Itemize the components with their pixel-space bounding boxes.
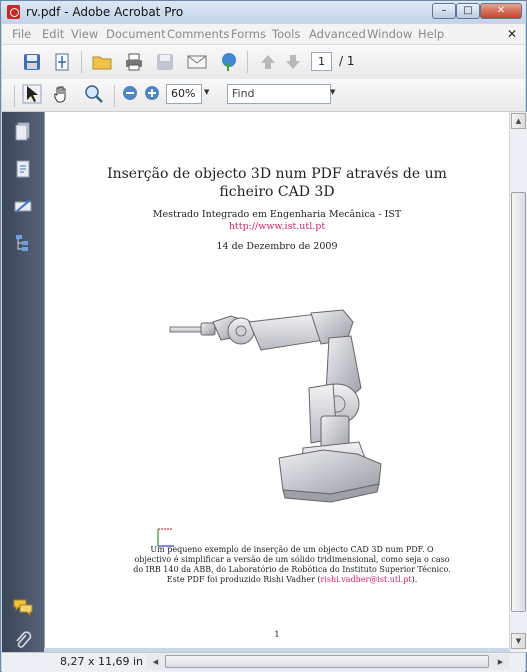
scroll-up-arrow-icon[interactable]: ▲ — [511, 113, 526, 129]
document-viewport[interactable]: Inserção de objecto 3D num PDF através d… — [44, 112, 509, 648]
menu-bar: File Edit View Document Comments Forms T… — [2, 24, 525, 45]
menu-edit[interactable]: Edit — [42, 27, 64, 41]
select-cursor-icon[interactable] — [22, 84, 42, 104]
toolbar-grip — [14, 85, 15, 107]
zoom-out-icon[interactable] — [122, 85, 138, 101]
scroll-right-arrow-icon[interactable]: ▶ — [493, 655, 508, 669]
email-icon[interactable] — [187, 52, 207, 72]
menu-comments[interactable]: Comments — [167, 27, 229, 41]
author-email-link[interactable]: rishi.vadher@ist.utl.pt — [320, 575, 411, 584]
find-dropdown-arrow-icon[interactable]: ▼ — [330, 88, 335, 96]
open-folder-icon[interactable] — [92, 52, 112, 72]
zoom-level-select[interactable]: 60% — [166, 84, 202, 104]
menu-view[interactable]: View — [71, 27, 98, 41]
print-icon[interactable] — [124, 52, 144, 72]
vertical-scroll-thumb[interactable] — [511, 192, 526, 612]
caption-line-4-start: Este PDF foi produzido Rishi Vadher ( — [166, 575, 321, 584]
menu-window[interactable]: Window — [367, 27, 412, 41]
menu-forms[interactable]: Forms — [231, 27, 266, 41]
zoom-tool-icon[interactable] — [84, 84, 104, 104]
document-author: Mestrado Integrado em Engenharia Mecânic… — [152, 209, 402, 220]
document-close-icon[interactable]: ✕ — [507, 27, 517, 41]
find-input[interactable]: Find — [227, 84, 331, 104]
document-title: Inserção de objecto 3D num PDF através d… — [45, 165, 509, 201]
acrobat-window: rv.pdf - Adobe Acrobat Pro – □ ✕ File Ed… — [0, 0, 527, 672]
comments-icon[interactable] — [13, 597, 33, 617]
close-button[interactable]: ✕ — [480, 3, 522, 19]
scroll-left-arrow-icon[interactable]: ◀ — [148, 655, 163, 669]
minimize-button[interactable]: – — [432, 3, 456, 19]
vertical-scrollbar[interactable]: ▲ ▼ — [509, 112, 527, 652]
caption-line-3: do IRB 140 da ABB, do Laboratório de Rob… — [133, 565, 451, 574]
save-icon[interactable] — [22, 52, 42, 72]
hand-tool-icon[interactable] — [52, 84, 72, 104]
next-page-icon[interactable] — [283, 52, 303, 72]
menu-document[interactable]: Document — [106, 27, 166, 41]
acrobat-app-icon — [7, 5, 20, 19]
previous-page-icon[interactable] — [258, 52, 278, 72]
caption-line-4: Este PDF foi produzido Rishi Vadher (ris… — [127, 575, 457, 585]
file-toolbar: 1 / 1 — [2, 45, 525, 80]
menu-tools[interactable]: Tools — [272, 27, 300, 41]
scroll-down-arrow-icon[interactable]: ▼ — [511, 633, 526, 649]
menu-help[interactable]: Help — [418, 27, 444, 41]
caption-line-4-end: ). — [411, 575, 418, 584]
window-title: rv.pdf - Adobe Acrobat Pro — [26, 5, 184, 19]
title-bar[interactable]: rv.pdf - Adobe Acrobat Pro – □ ✕ — [1, 1, 526, 23]
menu-advanced[interactable]: Advanced — [309, 27, 366, 41]
horizontal-scrollbar[interactable]: ◀ ▶ — [147, 654, 509, 670]
page-total-label: / 1 — [339, 54, 355, 68]
toolbar-separator — [247, 51, 248, 73]
document-title-line1: Inserção de objecto 3D num PDF através d… — [107, 166, 447, 182]
zoom-dropdown-arrow-icon[interactable]: ▼ — [204, 88, 209, 96]
document-url-link[interactable]: http://www.ist.utl.pt — [45, 221, 509, 232]
toolbar-separator — [114, 85, 115, 107]
document-title-line2: ficheiro CAD 3D — [219, 184, 335, 200]
model-tree-icon[interactable] — [13, 233, 33, 253]
navigation-pane — [2, 112, 44, 654]
status-bar: 8,27 x 11,69 in ◀ ▶ — [2, 652, 525, 672]
robot-3d-model[interactable] — [161, 308, 391, 508]
pages-icon[interactable] — [13, 122, 33, 142]
globe-upload-icon[interactable] — [218, 52, 238, 72]
document-page-number: 1 — [274, 630, 280, 640]
toolbar-separator — [81, 51, 82, 73]
menu-file[interactable]: File — [12, 27, 31, 41]
disk-icon[interactable] — [155, 52, 175, 72]
caption-line-1: Um pequeno exemplo de inserção de um obj… — [150, 545, 434, 554]
zoom-in-icon[interactable] — [144, 85, 160, 101]
fit-page-icon[interactable] — [52, 52, 72, 72]
attachments-page-icon[interactable] — [13, 159, 33, 179]
document-caption: Um pequeno exemplo de inserção de um obj… — [127, 545, 457, 585]
horizontal-scroll-thumb[interactable] — [165, 655, 489, 668]
maximize-button[interactable]: □ — [456, 3, 480, 19]
signatures-icon[interactable] — [13, 196, 33, 216]
document-date: 14 de Dezembro de 2009 — [216, 241, 338, 252]
page-number-input[interactable]: 1 — [311, 52, 332, 71]
tools-toolbar: 60% ▼ Find ▼ — [2, 79, 525, 112]
caption-line-2: objectivo é simplificar a versão de um s… — [134, 555, 450, 564]
paperclip-icon[interactable] — [13, 630, 33, 650]
page-size-label: 8,27 x 11,69 in — [60, 655, 144, 668]
